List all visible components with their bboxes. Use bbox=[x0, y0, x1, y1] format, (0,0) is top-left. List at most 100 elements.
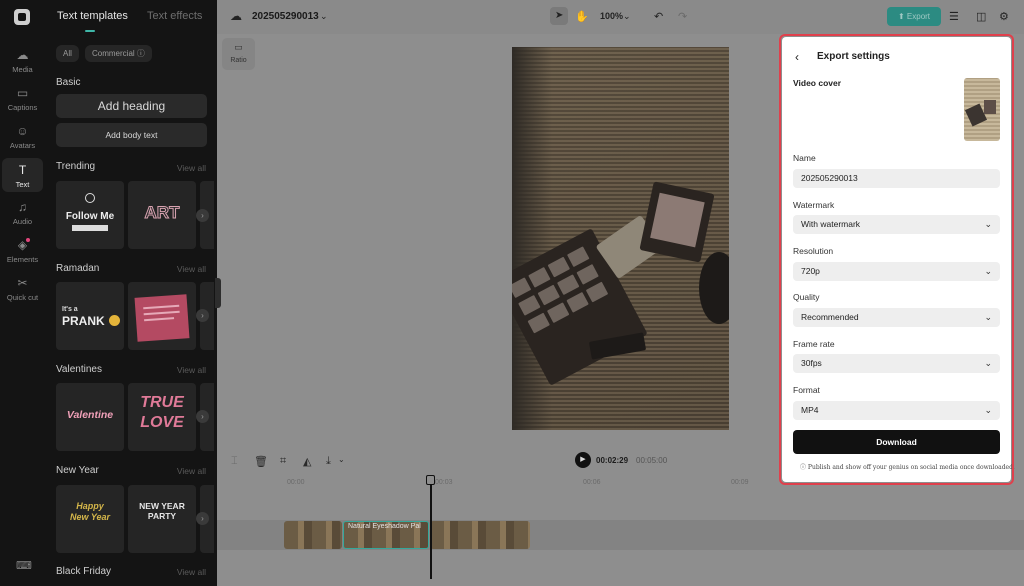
rail-item-quick-cut[interactable]: ✂ Quick cut bbox=[2, 276, 43, 316]
rail-item-text[interactable]: T Text bbox=[2, 158, 43, 192]
layers-icon[interactable]: ☰ bbox=[949, 10, 959, 23]
download-icon[interactable]: ⤓ bbox=[326, 455, 331, 468]
highlight-outline bbox=[779, 34, 1014, 485]
rail-item-audio[interactable]: ♫ Audio bbox=[2, 200, 43, 234]
template-prank[interactable]: It's a PRANK bbox=[56, 282, 124, 350]
timeline-clip[interactable] bbox=[430, 521, 530, 549]
crop-icon[interactable]: ⌗ bbox=[280, 455, 286, 468]
app-logo[interactable] bbox=[14, 9, 30, 25]
template-follow-me[interactable]: Follow Me bbox=[56, 181, 124, 249]
trash-icon[interactable]: 🗑 bbox=[254, 455, 268, 468]
elements-icon: ◈ bbox=[17, 238, 28, 252]
undo-icon[interactable]: ↶ bbox=[654, 10, 663, 23]
rail-item-media[interactable]: ☁ Media bbox=[2, 48, 43, 82]
template-valentine[interactable]: Valentine bbox=[56, 383, 124, 451]
flip-icon[interactable]: ◭ bbox=[303, 455, 311, 468]
add-body-text-button[interactable]: Add body text bbox=[56, 123, 207, 147]
filter-all[interactable]: All bbox=[56, 45, 79, 62]
chevron-right-icon[interactable]: › bbox=[196, 410, 209, 423]
playhead[interactable] bbox=[430, 477, 432, 579]
export-button[interactable]: ⬆ Export bbox=[887, 7, 941, 26]
section-ramadan: Ramadan bbox=[56, 263, 100, 274]
project-name[interactable]: 202505290013 bbox=[252, 11, 319, 22]
timeline-clip[interactable] bbox=[284, 521, 342, 549]
template-new-year-party[interactable]: NEW YEAR PARTY bbox=[128, 485, 196, 553]
ratio-button[interactable]: ▭ Ratio bbox=[222, 38, 255, 70]
rail-label: Avatars bbox=[9, 141, 36, 150]
handle-bar bbox=[72, 225, 108, 231]
keyboard-icon[interactable]: ⌨ bbox=[16, 559, 32, 572]
ruler-mark: 00:00 bbox=[287, 479, 305, 486]
collapse-panel-handle[interactable] bbox=[215, 278, 221, 308]
video-preview[interactable] bbox=[512, 47, 729, 430]
split-view-icon[interactable]: ◫ bbox=[976, 10, 986, 23]
add-heading-button[interactable]: Add heading bbox=[56, 94, 207, 118]
cloud-sync-icon[interactable]: ☁ bbox=[230, 9, 242, 23]
section-trending: Trending bbox=[56, 161, 96, 172]
play-button[interactable]: ▶ bbox=[575, 452, 591, 468]
section-new-year: New Year bbox=[56, 465, 99, 476]
filter-commercial[interactable]: Commercial ⓘ bbox=[85, 45, 152, 62]
ruler-mark: 00:06 bbox=[583, 479, 601, 486]
text-templates-panel: Text templates Text effects All Commerci… bbox=[45, 0, 217, 586]
gear-icon[interactable]: ⚙ bbox=[999, 10, 1009, 23]
ruler-mark: 00:09 bbox=[731, 479, 749, 486]
view-all-link[interactable]: View all bbox=[177, 466, 206, 476]
template-text: NEW YEAR PARTY bbox=[139, 501, 185, 521]
view-all-link[interactable]: View all bbox=[177, 163, 206, 173]
chevron-down-icon[interactable]: ⌄ bbox=[623, 11, 631, 22]
section-basic: Basic bbox=[56, 77, 81, 88]
chevron-down-icon[interactable]: ⌄ bbox=[320, 11, 328, 22]
music-icon: ♫ bbox=[18, 200, 27, 214]
ruler-mark: 00:03 bbox=[435, 479, 453, 486]
active-tab-indicator bbox=[85, 30, 95, 32]
rail-label: Media bbox=[12, 65, 33, 74]
avatar-icon: ☺ bbox=[16, 124, 29, 138]
chevron-right-icon[interactable]: › bbox=[196, 512, 209, 525]
view-all-link[interactable]: View all bbox=[177, 264, 206, 274]
hand-icon[interactable]: ✋ bbox=[575, 10, 589, 23]
template-text: TRUE LOVE bbox=[140, 394, 184, 431]
select-tool-button[interactable]: ➤ bbox=[550, 7, 568, 25]
playhead-handle[interactable] bbox=[426, 475, 435, 485]
emoji-icon bbox=[109, 315, 120, 326]
template-happy-new-year[interactable]: Happy New Year bbox=[56, 485, 124, 553]
zoom-level[interactable]: 100% bbox=[600, 11, 623, 21]
chevron-right-icon[interactable]: › bbox=[196, 309, 209, 322]
rail-item-elements[interactable]: ◈ Elements bbox=[2, 238, 43, 272]
current-time: 00:02:29 bbox=[596, 456, 629, 465]
cursor-icon: ➤ bbox=[555, 10, 564, 21]
template-art[interactable]: ART bbox=[128, 181, 196, 249]
rail-label: Quick cut bbox=[6, 293, 39, 302]
rail-item-captions[interactable]: ▭ Captions bbox=[2, 86, 43, 120]
rail-label: Text bbox=[15, 180, 30, 189]
scissors-icon: ✂ bbox=[17, 276, 28, 290]
view-all-link[interactable]: View all bbox=[177, 567, 206, 577]
template-text: Follow Me bbox=[65, 211, 115, 222]
rail-label: Captions bbox=[7, 103, 38, 112]
left-rail: ☁ Media ▭ Captions ☺ Avatars T Text ♫ Au… bbox=[0, 0, 45, 586]
export-label: Export bbox=[906, 12, 931, 21]
cloud-icon: ☁ bbox=[16, 48, 29, 62]
template-pink-note[interactable] bbox=[128, 282, 196, 350]
captions-icon: ▭ bbox=[16, 86, 29, 100]
ratio-label: Ratio bbox=[230, 57, 247, 64]
redo-icon[interactable]: ↷ bbox=[678, 10, 687, 23]
rail-label: Elements bbox=[6, 255, 39, 264]
timeline-clip-selected[interactable]: Natural Eyeshadow Pal bbox=[343, 521, 429, 549]
section-valentines: Valentines bbox=[56, 364, 102, 375]
template-text: Happy New Year bbox=[69, 501, 111, 522]
template-true-love[interactable]: TRUE LOVE bbox=[128, 383, 196, 451]
chevron-right-icon[interactable]: › bbox=[196, 209, 209, 222]
top-bar: ☁ 202505290013 ⌄ ➤ ✋ 100% ⌄ ↶ ↷ ⬆ Export… bbox=[217, 0, 1024, 34]
tiktok-icon bbox=[85, 193, 95, 203]
view-all-link[interactable]: View all bbox=[177, 365, 206, 375]
tab-text-templates[interactable]: Text templates bbox=[57, 10, 128, 22]
rail-item-avatars[interactable]: ☺ Avatars bbox=[2, 124, 43, 158]
text-icon: T bbox=[18, 163, 27, 177]
chevron-down-icon[interactable]: ⌄ bbox=[338, 455, 345, 464]
pink-note-shape bbox=[134, 294, 190, 342]
split-icon[interactable]: ⌶ bbox=[231, 455, 238, 468]
section-black-friday: Black Friday bbox=[56, 566, 112, 577]
tab-text-effects[interactable]: Text effects bbox=[147, 10, 202, 22]
